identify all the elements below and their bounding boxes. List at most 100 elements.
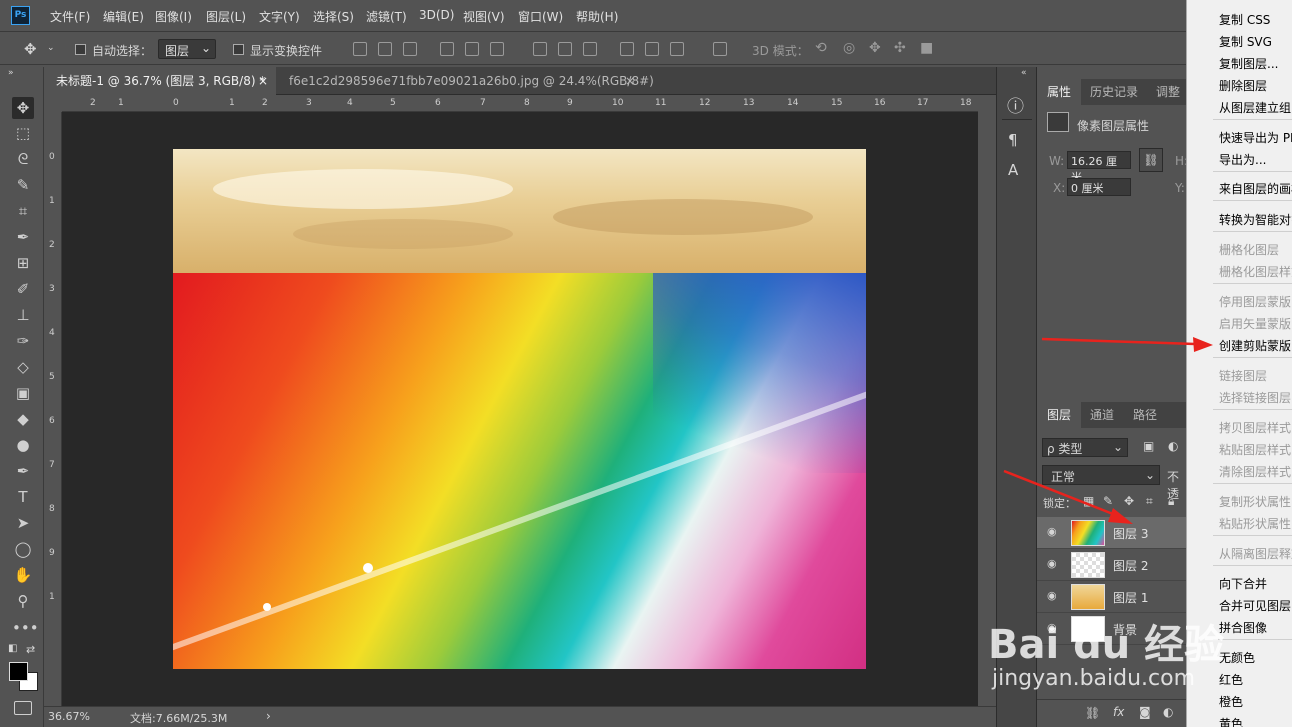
tab-layers[interactable]: 图层 [1037, 402, 1082, 428]
align-vcenter-icon[interactable] [378, 42, 392, 56]
tab-channels[interactable]: 通道 [1080, 402, 1124, 428]
collapse-icon[interactable]: « [1021, 68, 1027, 78]
link-icon[interactable]: ⛓ [1139, 148, 1163, 172]
gradient-tool-icon[interactable]: ▣ [12, 382, 34, 404]
menu-view[interactable]: 视图(V) [463, 8, 505, 25]
menu-item-create-clipping-mask[interactable]: 创建剪贴蒙版 [1219, 337, 1291, 354]
align-bottom-icon[interactable] [403, 42, 417, 56]
menu-item-delete-layer[interactable]: 删除图层 [1219, 77, 1267, 94]
close-icon[interactable]: × [625, 67, 635, 95]
blur-tool-icon[interactable]: ◆ [12, 408, 34, 430]
canvas-workspace[interactable] [62, 112, 978, 706]
menu-file[interactable]: 文件(F) [50, 8, 90, 25]
lock-brush-icon[interactable]: ✎ [1103, 494, 1113, 508]
distribute-right-icon[interactable] [670, 42, 684, 56]
menu-type[interactable]: 文字(Y) [259, 8, 300, 25]
foreground-color-swatch[interactable] [9, 662, 28, 681]
lock-position-icon[interactable]: ✥ [1124, 494, 1134, 508]
ruler-origin[interactable] [44, 96, 62, 112]
3d-slide-icon[interactable]: ✣ [894, 40, 906, 56]
character-icon[interactable]: A [1008, 161, 1018, 179]
menu-image[interactable]: 图像(I) [155, 8, 192, 25]
ellipse-tool-icon[interactable]: ◯ [12, 538, 34, 560]
menu-select[interactable]: 选择(S) [313, 8, 354, 25]
menu-item-quick-export[interactable]: 快速导出为 PNG [1219, 129, 1292, 146]
pen-tool-icon[interactable]: ✒ [12, 460, 34, 482]
menu-item-export-as[interactable]: 导出为... [1219, 151, 1266, 168]
distribute-top-icon[interactable] [533, 42, 547, 56]
align-right-icon[interactable] [490, 42, 504, 56]
marquee-tool-icon[interactable]: ⬚ [12, 122, 34, 144]
paragraph-icon[interactable]: ¶ [1008, 131, 1018, 149]
lasso-tool-icon[interactable]: ᘓ [12, 148, 34, 170]
menu-item-copy-svg[interactable]: 复制 SVG [1219, 33, 1272, 50]
lock-artboard-icon[interactable]: ⌗ [1146, 494, 1153, 509]
tab-paths[interactable]: 路径 [1123, 402, 1167, 428]
menu-item-merge-down[interactable]: 向下合并 [1219, 575, 1267, 592]
info-icon[interactable]: ⓘ [1007, 92, 1024, 117]
menu-item-convert-smart-object[interactable]: 转换为智能对象 [1219, 211, 1292, 228]
visibility-eye-icon[interactable]: ◉ [1047, 590, 1061, 601]
menu-item-orange[interactable]: 橙色 [1219, 693, 1243, 710]
auto-select-dropdown[interactable]: 图层 ⌄ [158, 39, 216, 59]
tab-adjustments[interactable]: 调整 [1146, 79, 1190, 105]
tab-untitled[interactable]: 未标题-1 @ 36.7% (图层 3, RGB/8) * × [44, 67, 276, 95]
menu-item-yellow[interactable]: 黄色 [1219, 715, 1243, 727]
menu-item-red[interactable]: 红色 [1219, 671, 1243, 688]
menu-filter[interactable]: 滤镜(T) [366, 8, 407, 25]
menu-item-artboard-from-layers[interactable]: 来自图层的画板... [1219, 180, 1292, 197]
menu-item-no-color[interactable]: 无颜色 [1219, 649, 1255, 666]
stamp-tool-icon[interactable]: ⊥ [12, 304, 34, 326]
eyedropper-tool-icon[interactable]: ✒ [12, 226, 34, 248]
visibility-eye-icon[interactable]: ◉ [1047, 526, 1061, 537]
layer-row-2[interactable]: ◉ 图层 2 [1037, 549, 1187, 581]
move-tool-icon[interactable]: ✥ [24, 40, 37, 58]
document-canvas[interactable] [173, 149, 866, 669]
swap-colors-icon[interactable]: ⇄ [26, 643, 35, 656]
type-tool-icon[interactable]: T [12, 486, 34, 508]
3d-roll-icon[interactable]: ◎ [843, 40, 855, 56]
blend-mode-dropdown[interactable]: 正常 ⌄ [1042, 465, 1160, 485]
align-hcenter-icon[interactable] [465, 42, 479, 56]
quick-select-tool-icon[interactable]: ✎ [12, 174, 34, 196]
zoom-tool-icon[interactable]: ⚲ [12, 590, 34, 612]
adjustment-filter-icon[interactable]: ◐ [1168, 439, 1178, 453]
ruler-horizontal[interactable]: 2 1 0 1 2 3 4 5 6 7 8 9 10 11 12 13 14 1… [62, 96, 978, 112]
menu-item-copy-css[interactable]: 复制 CSS [1219, 11, 1270, 28]
3d-pan-icon[interactable]: ✥ [869, 40, 881, 56]
link-layers-icon[interactable]: ⛓ [1085, 706, 1100, 720]
menu-item-group-from-layers[interactable]: 从图层建立组... [1219, 99, 1292, 116]
menu-item-flatten-image[interactable]: 拼合图像 [1219, 619, 1267, 636]
collapse-icon[interactable]: » [8, 68, 14, 78]
auto-align-icon[interactable] [713, 42, 727, 56]
more-tools-icon[interactable]: ••• [12, 617, 39, 639]
close-icon[interactable]: × [258, 67, 268, 95]
menu-item-duplicate-layer[interactable]: 复制图层... [1219, 55, 1278, 72]
menu-layer[interactable]: 图层(L) [206, 8, 246, 25]
zoom-level[interactable]: 36.67% [48, 710, 90, 723]
dodge-tool-icon[interactable]: ● [12, 434, 34, 456]
hand-tool-icon[interactable]: ✋ [12, 564, 34, 586]
visibility-eye-icon[interactable]: ◉ [1047, 622, 1061, 633]
width-input[interactable]: 16.26 厘米 [1067, 151, 1131, 184]
tab-history[interactable]: 历史记录 [1080, 79, 1148, 105]
3d-camera-icon[interactable]: ■ [920, 40, 933, 56]
fx-button[interactable]: fx [1113, 705, 1124, 719]
x-input[interactable]: 0 厘米 [1067, 178, 1131, 196]
lock-all-icon[interactable]: 🔒︎ [1168, 494, 1174, 509]
path-select-tool-icon[interactable]: ➤ [12, 512, 34, 534]
layer-row-background[interactable]: ◉ 背景 [1037, 613, 1187, 645]
layer-filter-dropdown[interactable]: ρ 类型 ⌄ [1042, 438, 1128, 457]
distribute-vcenter-icon[interactable] [558, 42, 572, 56]
visibility-eye-icon[interactable]: ◉ [1047, 558, 1061, 569]
ruler-vertical[interactable]: 0 1 2 3 4 5 6 7 8 9 1 [44, 112, 62, 706]
image-filter-icon[interactable]: ▣ [1143, 439, 1154, 453]
default-colors-icon[interactable]: ◧ [8, 643, 17, 654]
show-transform-checkbox[interactable] [233, 44, 244, 55]
distribute-hcenter-icon[interactable] [645, 42, 659, 56]
distribute-bottom-icon[interactable] [583, 42, 597, 56]
add-mask-icon[interactable]: ◙ [1139, 705, 1151, 719]
menu-item-merge-visible[interactable]: 合并可见图层 [1219, 597, 1291, 614]
lock-pixels-icon[interactable]: ▦ [1083, 494, 1094, 508]
align-top-icon[interactable] [353, 42, 367, 56]
